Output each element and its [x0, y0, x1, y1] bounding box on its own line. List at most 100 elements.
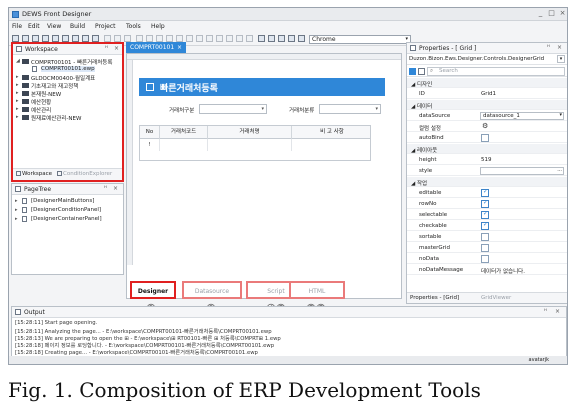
- property-category[interactable]: ◢ 레이아웃: [407, 144, 567, 154]
- expand-arrow-icon[interactable]: ▸: [15, 198, 18, 204]
- run-icon[interactable]: [288, 35, 295, 42]
- property-row[interactable]: ID Grid1: [407, 89, 567, 99]
- property-row[interactable]: selectable: [407, 210, 567, 220]
- align-bottom-icon[interactable]: [186, 35, 193, 42]
- dropdown-icon[interactable]: ...: [557, 167, 562, 173]
- same-width-icon[interactable]: [196, 35, 203, 42]
- property-checkbox[interactable]: [481, 255, 489, 263]
- paste-icon[interactable]: [104, 35, 111, 42]
- property-row[interactable]: editable: [407, 188, 567, 198]
- property-row[interactable]: autoBind: [407, 133, 567, 143]
- property-row[interactable]: noDataMessage 데이터가 없습니다.: [407, 265, 567, 275]
- menu-help[interactable]: Help: [151, 23, 165, 30]
- property-row[interactable]: noData: [407, 254, 567, 264]
- expand-arrow-icon[interactable]: ▸: [16, 90, 19, 96]
- menu-build[interactable]: Build: [70, 23, 85, 30]
- save-icon[interactable]: [72, 35, 79, 42]
- tab-properties[interactable]: Properties - [Grid]: [410, 295, 459, 301]
- grid-cell[interactable]: [292, 139, 372, 151]
- close-icon[interactable]: ×: [557, 44, 562, 51]
- align-right-icon[interactable]: [156, 35, 163, 42]
- property-value[interactable]: 데이터가 없습니다.: [481, 267, 525, 275]
- build-icon[interactable]: [268, 35, 275, 42]
- close-icon[interactable]: ×: [114, 45, 119, 52]
- chevron-down-icon[interactable]: ▾: [557, 55, 565, 63]
- pin-icon[interactable]: ᵸ: [544, 308, 547, 315]
- property-row[interactable]: rowNo: [407, 199, 567, 209]
- minimize-button[interactable]: _: [536, 9, 545, 17]
- expand-arrow-icon[interactable]: ▸: [15, 207, 18, 213]
- designer-grid[interactable]: No 거래처코드 거래처명 비 고 사항 !: [139, 125, 371, 161]
- property-category[interactable]: ◢ 작업: [407, 177, 567, 187]
- property-checkbox[interactable]: [481, 199, 489, 208]
- property-value[interactable]: Grid1: [481, 91, 496, 97]
- menu-edit[interactable]: Edit: [28, 23, 40, 30]
- preview-icon[interactable]: [258, 35, 265, 42]
- close-icon[interactable]: ×: [177, 44, 182, 51]
- design-canvas[interactable]: 빠른거래처등록 거래처구분 ▾ 거래처분류 ▾ No 거래처코드 거래처명 비 …: [126, 53, 402, 299]
- gear-icon[interactable]: ⚙: [482, 122, 488, 130]
- pin-icon[interactable]: ᵸ: [547, 44, 550, 51]
- expand-arrow-icon[interactable]: ▸: [16, 98, 19, 104]
- property-checkbox[interactable]: [481, 188, 489, 197]
- property-select[interactable]: datasource_1 ▾: [480, 112, 564, 120]
- copy-icon[interactable]: [32, 35, 39, 42]
- property-category[interactable]: ◢ 데이터: [407, 100, 567, 110]
- property-row[interactable]: checkable: [407, 221, 567, 231]
- tab-grid-viewer[interactable]: GridViewer: [481, 295, 511, 301]
- same-height-icon[interactable]: [206, 35, 213, 42]
- grid-cell[interactable]: [208, 139, 292, 151]
- grid-column-header[interactable]: 거래처코드: [160, 126, 208, 139]
- property-row[interactable]: style...: [407, 166, 567, 176]
- grid-column-header[interactable]: 비 고 사항: [292, 126, 372, 139]
- maximize-button[interactable]: □: [547, 9, 556, 17]
- condition-select[interactable]: ▾: [199, 104, 267, 114]
- property-row[interactable]: height 519: [407, 155, 567, 165]
- tab-datasource[interactable]: Datasource: [182, 281, 242, 299]
- tab-html[interactable]: HTML: [289, 281, 345, 299]
- expand-arrow-icon[interactable]: ▸: [16, 114, 19, 120]
- table-row[interactable]: !: [140, 139, 370, 151]
- expand-arrow-icon[interactable]: ▸: [16, 74, 19, 80]
- menu-view[interactable]: View: [47, 23, 61, 30]
- expand-arrow-icon[interactable]: ▸: [16, 106, 19, 112]
- grid-cell[interactable]: [160, 139, 208, 151]
- expand-arrow-icon[interactable]: ▸: [15, 216, 18, 222]
- close-icon[interactable]: ×: [555, 308, 560, 315]
- property-checkbox[interactable]: [481, 210, 489, 219]
- align-left-icon[interactable]: [136, 35, 143, 42]
- grid-column-header[interactable]: No: [140, 126, 160, 139]
- redo-icon[interactable]: [124, 35, 131, 42]
- open-icon[interactable]: [52, 35, 59, 42]
- align-top-icon[interactable]: [166, 35, 173, 42]
- grid-column-header[interactable]: 거래처명: [208, 126, 292, 139]
- property-select[interactable]: ...: [480, 167, 564, 175]
- browser-select[interactable]: Chrome ▾: [309, 35, 411, 44]
- align-center-icon[interactable]: [146, 35, 153, 42]
- menu-file[interactable]: File: [12, 23, 22, 30]
- property-row[interactable]: sortable: [407, 232, 567, 242]
- delete-icon[interactable]: [92, 35, 99, 42]
- menu-tools[interactable]: Tools: [126, 23, 141, 30]
- property-row[interactable]: dataSource datasource_1 ▾: [407, 111, 567, 121]
- form-title-bar[interactable]: 빠른거래처등록: [139, 78, 385, 96]
- expand-arrow-icon[interactable]: ◢: [16, 58, 20, 64]
- undo-icon[interactable]: [114, 35, 121, 42]
- property-category[interactable]: ◢ 디자인: [407, 78, 567, 88]
- property-checkbox[interactable]: [481, 244, 489, 252]
- refresh-icon[interactable]: [42, 35, 49, 42]
- pin-icon[interactable]: ᵸ: [105, 45, 108, 52]
- folder-icon[interactable]: [62, 35, 69, 42]
- debug-icon[interactable]: [298, 35, 305, 42]
- object-path[interactable]: Duzon.Bizon.Ews.Designer.Controls.Design…: [407, 54, 567, 65]
- align-middle-icon[interactable]: [176, 35, 183, 42]
- property-checkbox[interactable]: [481, 233, 489, 241]
- property-row[interactable]: 컬럼 설정 ⚙: [407, 122, 567, 132]
- property-checkbox[interactable]: [481, 221, 489, 230]
- same-size-icon[interactable]: [216, 35, 223, 42]
- new-icon[interactable]: [12, 35, 19, 42]
- close-button[interactable]: ×: [558, 9, 567, 17]
- search-input[interactable]: ⌕ Search: [427, 67, 565, 76]
- tab-workspace[interactable]: Workspace: [16, 171, 52, 177]
- alphabetical-icon[interactable]: [418, 68, 425, 75]
